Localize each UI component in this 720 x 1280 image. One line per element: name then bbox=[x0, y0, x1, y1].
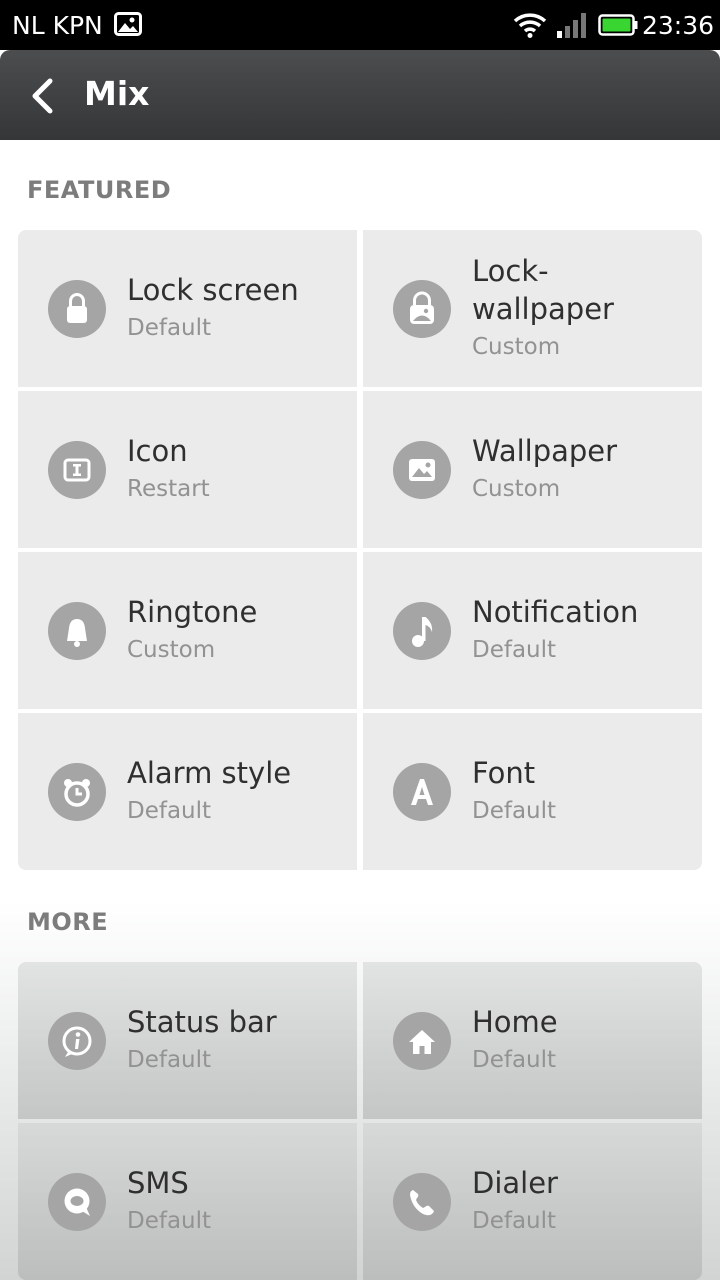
tile-text: Dialer Default bbox=[472, 1123, 692, 1280]
tile-subtitle: Custom bbox=[127, 636, 216, 663]
status-bar: NL KPN 23:36 bbox=[0, 0, 720, 50]
font-icon bbox=[393, 762, 451, 821]
featured-tile-icon[interactable]: Icon Restart bbox=[18, 391, 357, 548]
back-arrow-icon[interactable] bbox=[28, 78, 58, 114]
tile-subtitle: Custom bbox=[472, 333, 561, 360]
featured-tile-notification[interactable]: Notification Default bbox=[363, 552, 702, 709]
lock-wallpaper-icon bbox=[393, 279, 451, 338]
tile-subtitle: Custom bbox=[472, 475, 561, 502]
tile-text: Icon Restart bbox=[127, 391, 347, 548]
tile-subtitle: Default bbox=[127, 314, 212, 341]
more-tile-home[interactable]: Home Default bbox=[363, 962, 702, 1119]
wifi-icon bbox=[513, 13, 547, 38]
tile-subtitle: Default bbox=[127, 1046, 212, 1073]
tile-text: SMS Default bbox=[127, 1123, 347, 1280]
featured-tile-alarm-style[interactable]: Alarm style Default bbox=[18, 713, 357, 870]
phone-icon bbox=[393, 1172, 451, 1231]
featured-grid: Lock screen Default Lock- wallpaper Custom I… bbox=[18, 230, 702, 870]
tile-title: Notification bbox=[472, 594, 639, 629]
more-tile-sms[interactable]: SMS Default bbox=[18, 1123, 357, 1280]
tile-title: Ringtone bbox=[127, 594, 258, 629]
signal-strength-icon bbox=[557, 13, 586, 38]
tile-subtitle: Default bbox=[472, 797, 557, 824]
music-note-icon bbox=[393, 601, 451, 660]
tile-title: Font bbox=[472, 755, 536, 790]
lock-icon bbox=[48, 279, 106, 338]
tile-title: SMS bbox=[127, 1165, 189, 1200]
tile-subtitle: Default bbox=[472, 1046, 557, 1073]
tile-text: Notification Default bbox=[472, 552, 692, 709]
image-notification-icon bbox=[114, 12, 142, 36]
tile-subtitle: Default bbox=[127, 797, 212, 824]
chat-bubble-icon bbox=[48, 1172, 106, 1231]
tile-text: Wallpaper Custom bbox=[472, 391, 692, 548]
tile-text: Ringtone Custom bbox=[127, 552, 347, 709]
tile-text: Home Default bbox=[472, 962, 692, 1119]
tile-subtitle: Restart bbox=[127, 475, 210, 502]
tile-title: Dialer bbox=[472, 1165, 558, 1200]
tile-subtitle: Default bbox=[472, 636, 557, 663]
featured-section-label: FEATURED bbox=[27, 176, 172, 204]
tile-title: Lock- wallpaper bbox=[472, 253, 614, 326]
tile-title: Icon bbox=[127, 433, 188, 468]
tile-text: Font Default bbox=[472, 713, 692, 870]
tile-title: Alarm style bbox=[127, 755, 292, 790]
tile-subtitle: Default bbox=[472, 1207, 557, 1234]
tile-title: Home bbox=[472, 1004, 558, 1039]
more-tile-dialer[interactable]: Dialer Default bbox=[363, 1123, 702, 1280]
more-grid: Status bar Default Home Default SMS Default Di… bbox=[18, 962, 702, 1280]
home-icon bbox=[393, 1011, 451, 1070]
info-icon bbox=[48, 1011, 106, 1070]
tile-title: Wallpaper bbox=[472, 433, 618, 468]
tile-title: Lock screen bbox=[127, 272, 299, 307]
tile-title: Status bar bbox=[127, 1004, 277, 1039]
more-tile-status-bar[interactable]: Status bar Default bbox=[18, 962, 357, 1119]
tile-text: Lock- wallpaper Custom bbox=[472, 230, 692, 387]
carrier-name: NL KPN bbox=[12, 11, 103, 40]
tile-subtitle: Default bbox=[127, 1207, 212, 1234]
featured-tile-lock-screen[interactable]: Lock screen Default bbox=[18, 230, 357, 387]
action-bar: Mix bbox=[0, 50, 720, 140]
more-section-label: MORE bbox=[27, 908, 109, 936]
tile-text: Lock screen Default bbox=[127, 230, 347, 387]
clock: 23:36 bbox=[642, 11, 715, 40]
featured-tile-wallpaper[interactable]: Wallpaper Custom bbox=[363, 391, 702, 548]
featured-tile-font[interactable]: Font Default bbox=[363, 713, 702, 870]
featured-tile-ringtone[interactable]: Ringtone Custom bbox=[18, 552, 357, 709]
page-title: Mix bbox=[84, 74, 150, 113]
featured-tile-lock-wallpaper[interactable]: Lock- wallpaper Custom bbox=[363, 230, 702, 387]
alarm-clock-icon bbox=[48, 762, 106, 821]
tile-text: Alarm style Default bbox=[127, 713, 347, 870]
tile-text: Status bar Default bbox=[127, 962, 347, 1119]
wallpaper-icon bbox=[393, 440, 451, 499]
bell-icon bbox=[48, 601, 106, 660]
battery-icon bbox=[598, 14, 638, 36]
icon-theme-icon bbox=[48, 440, 106, 499]
